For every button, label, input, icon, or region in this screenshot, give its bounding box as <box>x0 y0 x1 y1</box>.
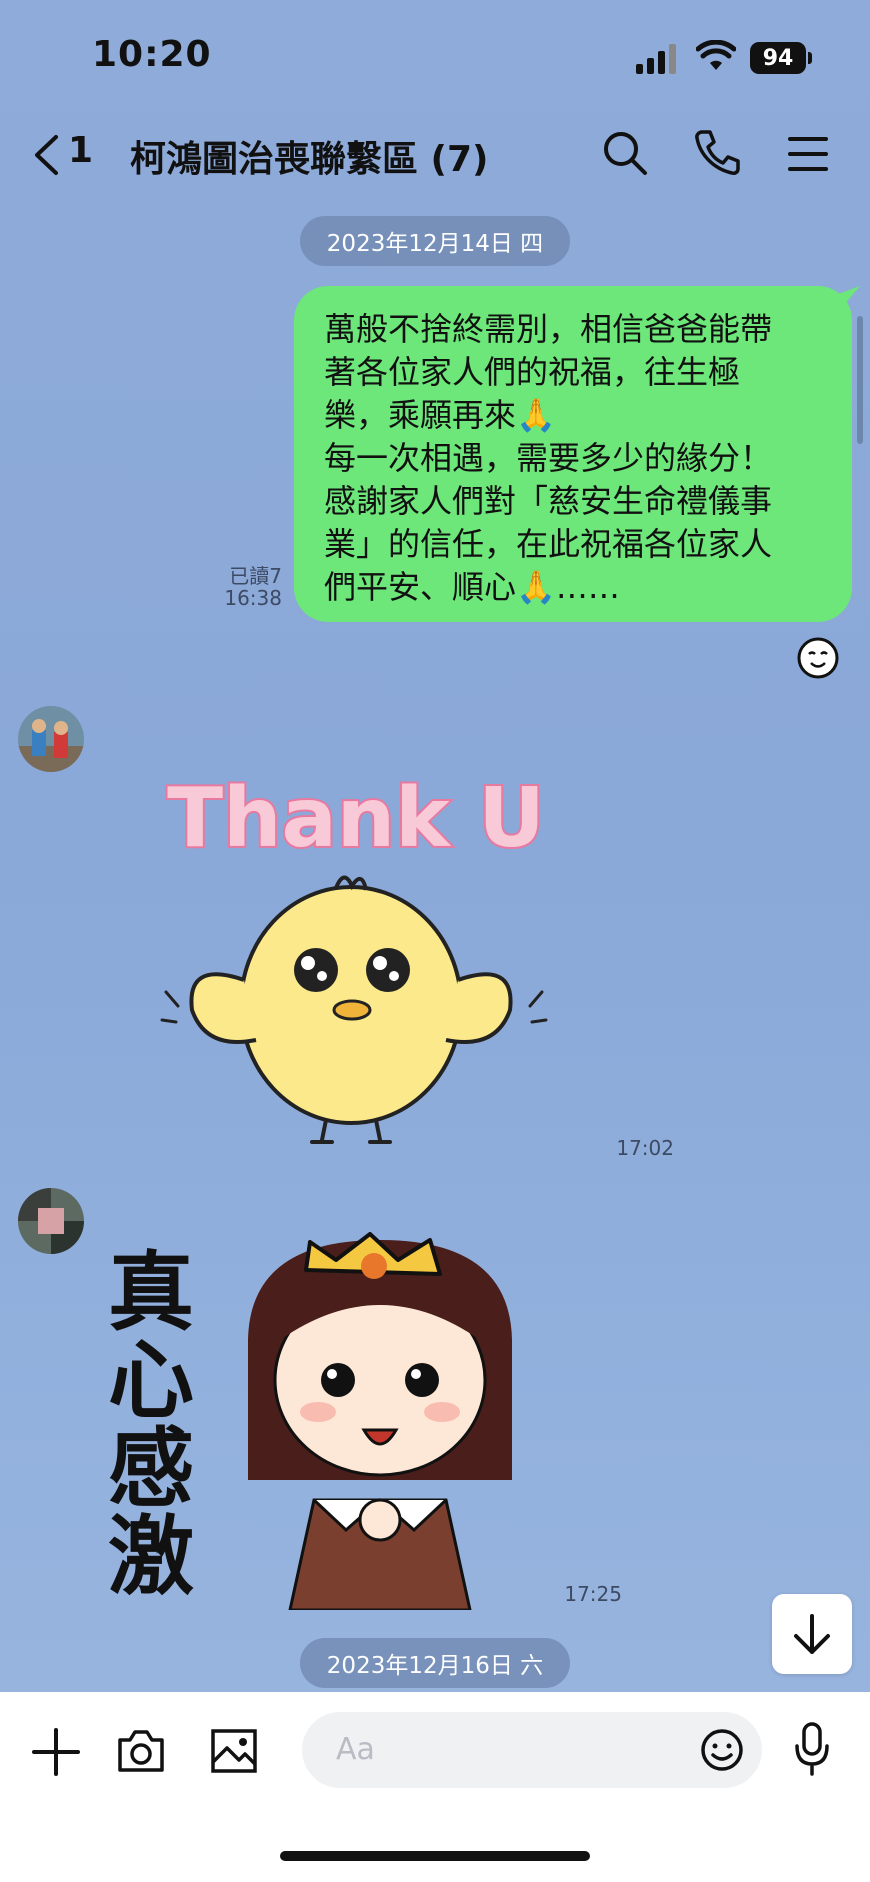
sticker-time: 17:02 <box>616 1136 674 1160</box>
search-icon[interactable] <box>602 130 648 176</box>
scroll-to-bottom-button[interactable] <box>772 1594 852 1674</box>
message-input-placeholder: Aa <box>336 1732 375 1767</box>
sticker-char: 感 <box>108 1419 194 1519</box>
battery-level: 94 <box>750 42 806 74</box>
avatar[interactable] <box>18 706 84 772</box>
sticker-char: 激 <box>108 1507 194 1607</box>
arrow-down-icon <box>794 1614 830 1654</box>
emoji-icon[interactable] <box>700 1728 744 1772</box>
phone-icon[interactable] <box>694 128 740 176</box>
date-separator: 2023年12月16日 六 <box>300 1638 570 1688</box>
signal-icon <box>636 44 680 74</box>
sticker-char: 心 <box>108 1331 194 1431</box>
message-line: 業」的信任，在此祝福各位家人 <box>324 525 773 563</box>
read-status: 已讀7 <box>229 564 282 588</box>
back-chevron-icon[interactable] <box>32 134 60 176</box>
menu-icon[interactable] <box>788 136 828 172</box>
sticker-text: Thank U <box>167 771 545 866</box>
message-time: 16:38 <box>224 586 282 610</box>
image-icon[interactable] <box>210 1728 258 1774</box>
outgoing-message-bubble[interactable]: 萬般不捨終需別，相信爸爸能帶 著各位家人們的祝福，往生極 樂，乘願再來🙏 每一次… <box>294 286 852 622</box>
mic-icon[interactable] <box>794 1722 830 1776</box>
sticker-time: 17:25 <box>564 1582 622 1606</box>
message-line: 每一次相遇，需要多少的緣分！ <box>324 439 773 477</box>
thank-you-chick-sticker[interactable]: Thank U <box>126 760 586 1160</box>
battery-tip <box>808 52 812 64</box>
chat-title: 柯鴻圖治喪聯繫區 (7) <box>130 139 489 180</box>
camera-icon[interactable] <box>116 1726 166 1774</box>
wifi-icon <box>695 39 737 76</box>
message-line: 感謝家人們對「慈安生命禮儀事 <box>324 482 773 520</box>
thank-you-girl-sticker[interactable]: 真 心 感 激 <box>100 1230 560 1612</box>
plus-icon[interactable] <box>32 1728 80 1776</box>
message-line: 樂，乘願再來🙏 <box>324 396 556 434</box>
sticker-char: 真 <box>108 1243 194 1343</box>
reaction-face-icon[interactable] <box>796 636 840 680</box>
status-time: 10:20 <box>92 34 212 75</box>
back-unread-count[interactable]: 1 <box>68 130 93 171</box>
home-indicator <box>280 1851 590 1861</box>
date-separator: 2023年12月14日 四 <box>300 216 570 266</box>
message-line: 萬般不捨終需別，相信爸爸能帶 <box>324 310 773 348</box>
scrollbar[interactable] <box>857 316 863 444</box>
avatar[interactable] <box>18 1188 84 1254</box>
message-line: 著各位家人們的祝福，往生極 <box>324 353 741 391</box>
message-line: 們平安、順心🙏…… <box>324 568 620 606</box>
